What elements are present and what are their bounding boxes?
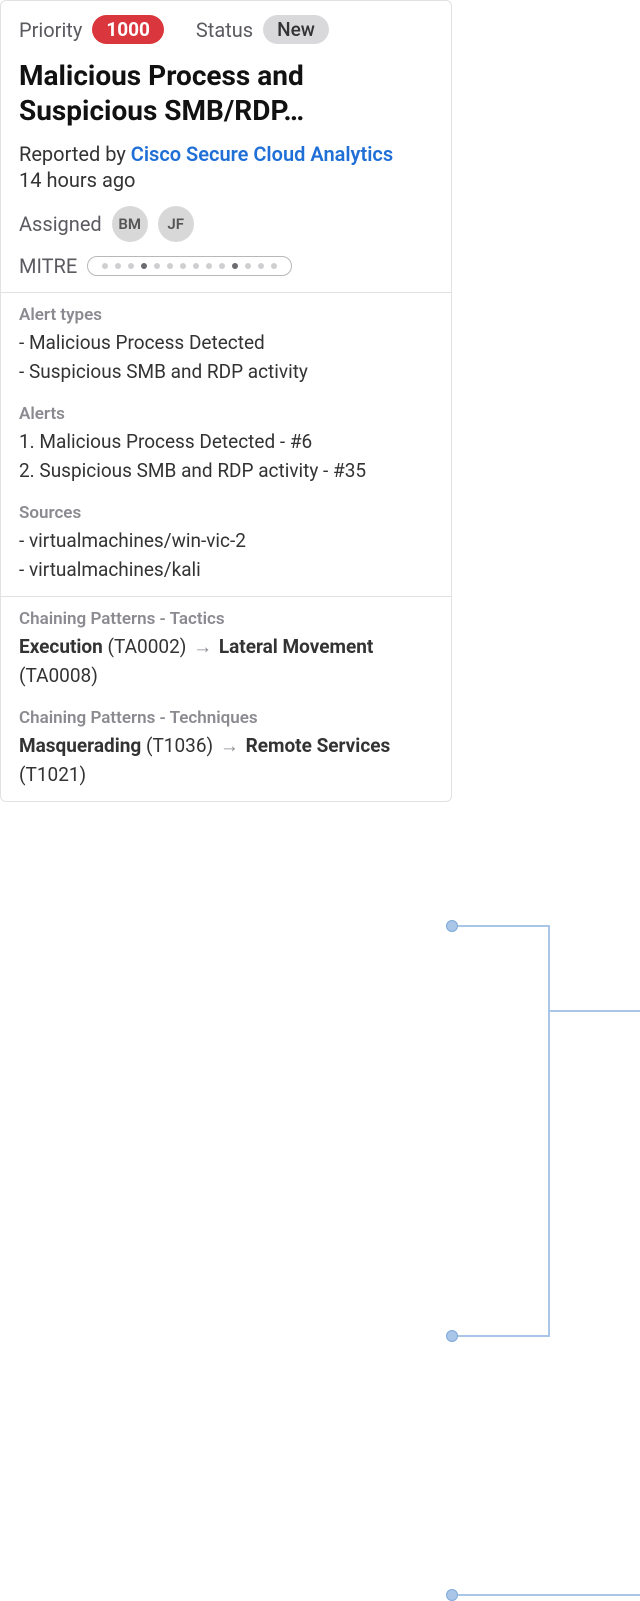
priority-label: Priority — [19, 18, 82, 42]
chain-techniques-block: Chaining Patterns - Techniques Masquerad… — [19, 708, 433, 789]
arrow-icon: → — [191, 635, 214, 658]
avatar[interactable]: JF — [158, 206, 194, 242]
tactic-code: (TA0002) — [108, 635, 187, 658]
alert-details-section: Alert types - Malicious Process Detected… — [1, 293, 451, 597]
tactic-name: Execution — [19, 635, 103, 658]
list-item: 2. Suspicious SMB and RDP activity - #35 — [19, 457, 433, 486]
chain-tactics-line: Execution (TA0002) → Lateral Movement (T… — [19, 633, 433, 690]
avatar[interactable]: BM — [112, 206, 148, 242]
assigned-label: Assigned — [19, 212, 102, 236]
alerts-block: Alerts 1. Malicious Process Detected - #… — [19, 404, 433, 485]
sources-heading: Sources — [19, 503, 433, 523]
technique-code: (T1036) — [146, 734, 213, 757]
mitre-dot — [258, 263, 264, 269]
chain-techniques-line: Masquerading (T1036) → Remote Services (… — [19, 732, 433, 789]
alert-text: Malicious Process Detected - #6 — [39, 430, 312, 453]
incident-title: Malicious Process and Suspicious SMB/RDP… — [19, 58, 433, 128]
sources-block: Sources - virtualmachines/win-vic-2 - vi… — [19, 503, 433, 584]
incident-header-section: Priority 1000 Status New Malicious Proce… — [1, 1, 451, 293]
mitre-dot — [193, 263, 199, 269]
tactic-code: (TA0008) — [19, 664, 98, 687]
assigned-row: Assigned BM JF — [19, 206, 433, 242]
reported-time-ago: 14 hours ago — [19, 168, 433, 192]
mitre-dot — [232, 263, 238, 269]
status-badge[interactable]: New — [263, 15, 329, 44]
mitre-dot — [219, 263, 225, 269]
incident-card: Priority 1000 Status New Malicious Proce… — [0, 0, 452, 802]
priority-status-row: Priority 1000 Status New — [19, 15, 433, 44]
alert-text: Suspicious SMB and RDP activity - #35 — [39, 459, 366, 482]
list-item: 1. Malicious Process Detected - #6 — [19, 428, 433, 457]
chain-tactics-heading: Chaining Patterns - Tactics — [19, 609, 433, 629]
alert-type-text: Suspicious SMB and RDP activity — [29, 360, 308, 383]
mitre-dot — [154, 263, 160, 269]
tactic-name: Lateral Movement — [219, 635, 373, 658]
mitre-dot — [245, 263, 251, 269]
mitre-dot — [167, 263, 173, 269]
alerts-heading: Alerts — [19, 404, 433, 424]
list-item: - virtualmachines/kali — [19, 556, 433, 585]
chain-techniques-heading: Chaining Patterns - Techniques — [19, 708, 433, 728]
mitre-dot — [128, 263, 134, 269]
priority-badge[interactable]: 1000 — [92, 15, 164, 44]
mitre-dot — [180, 263, 186, 269]
status-label: Status — [196, 18, 253, 42]
chaining-patterns-section: Chaining Patterns - Tactics Execution (T… — [1, 597, 451, 801]
source-text: virtualmachines/kali — [29, 558, 201, 581]
reported-by-prefix: Reported by — [19, 142, 126, 166]
mitre-row: MITRE — [19, 254, 433, 278]
technique-name: Remote Services — [246, 734, 391, 757]
mitre-dot — [141, 263, 147, 269]
mitre-dot — [115, 263, 121, 269]
list-item: - Suspicious SMB and RDP activity — [19, 358, 433, 387]
alert-types-block: Alert types - Malicious Process Detected… — [19, 305, 433, 386]
reported-by-source-link[interactable]: Cisco Secure Cloud Analytics — [131, 142, 393, 166]
mitre-label: MITRE — [19, 254, 77, 278]
reported-by-row: Reported by Cisco Secure Cloud Analytics — [19, 142, 433, 166]
mitre-dot — [271, 263, 277, 269]
technique-code: (T1021) — [19, 763, 86, 786]
mitre-dot — [206, 263, 212, 269]
alert-types-heading: Alert types — [19, 305, 433, 325]
list-item: - Malicious Process Detected — [19, 329, 433, 358]
mitre-tactic-pill[interactable] — [87, 256, 292, 276]
chain-tactics-block: Chaining Patterns - Tactics Execution (T… — [19, 609, 433, 690]
source-text: virtualmachines/win-vic-2 — [29, 529, 246, 552]
mitre-dot — [102, 263, 108, 269]
arrow-icon: → — [218, 734, 241, 757]
alert-type-text: Malicious Process Detected — [29, 331, 265, 354]
list-item: - virtualmachines/win-vic-2 — [19, 527, 433, 556]
technique-name: Masquerading — [19, 734, 141, 757]
